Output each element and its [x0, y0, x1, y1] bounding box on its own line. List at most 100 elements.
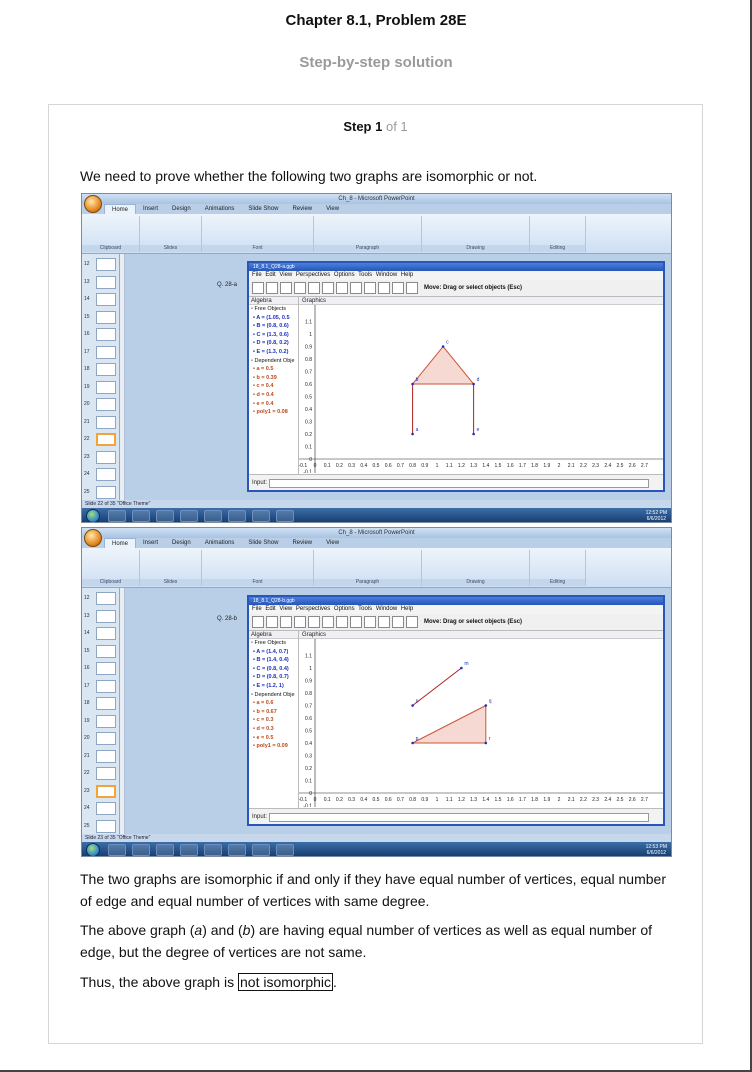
ribbon-tab[interactable]: Design — [165, 204, 198, 214]
dependent-object[interactable]: • b = 0.39 — [249, 374, 298, 383]
tool-button[interactable] — [406, 616, 418, 628]
slide-thumbnail[interactable] — [96, 345, 116, 359]
tool-button[interactable] — [364, 616, 376, 628]
tool-button[interactable] — [266, 616, 278, 628]
tool-button[interactable] — [252, 616, 264, 628]
slide-thumbnail[interactable] — [96, 714, 116, 728]
ribbon-tab[interactable]: Home — [104, 538, 137, 548]
dependent-object[interactable]: • poly1 = 0.09 — [249, 742, 298, 751]
tool-button[interactable] — [350, 282, 362, 294]
taskbar-app-icon[interactable] — [180, 510, 198, 522]
ribbon-tab[interactable]: Home — [104, 204, 137, 214]
ribbon-tab[interactable]: Slide Show — [241, 204, 285, 214]
tool-button[interactable] — [294, 616, 306, 628]
slide-thumbnail[interactable] — [96, 468, 116, 481]
tool-button[interactable] — [266, 282, 278, 294]
ribbon-tab[interactable]: Slide Show — [241, 538, 285, 548]
free-object[interactable]: • B = (1.4, 0.4) — [249, 656, 298, 665]
slides-scrollbar[interactable] — [120, 254, 125, 502]
taskbar-app-icon[interactable] — [276, 844, 294, 856]
slide-thumbnail[interactable] — [96, 609, 116, 623]
input-field[interactable] — [269, 479, 649, 488]
tool-button[interactable] — [364, 282, 376, 294]
tool-button[interactable] — [336, 616, 348, 628]
ribbon-tab[interactable]: Insert — [136, 538, 165, 548]
slide-thumbnail[interactable] — [96, 328, 116, 341]
free-object[interactable]: • E = (1.2, 1) — [249, 682, 298, 691]
slide-thumbnail[interactable] — [96, 485, 116, 499]
tool-button[interactable] — [350, 616, 362, 628]
tool-button[interactable] — [280, 616, 292, 628]
slide-thumbnail[interactable] — [96, 380, 116, 394]
taskbar-app-icon[interactable] — [252, 844, 270, 856]
start-button-icon[interactable] — [86, 843, 100, 856]
taskbar-app-icon[interactable] — [180, 844, 198, 856]
taskbar-app-icon[interactable] — [156, 844, 174, 856]
slide-thumbnail[interactable] — [96, 679, 116, 693]
dependent-object[interactable]: • b = 0.67 — [249, 708, 298, 717]
taskbar-app-icon[interactable] — [156, 510, 174, 522]
free-object[interactable]: • A = (1.4, 0.7) — [249, 648, 298, 657]
dependent-object[interactable]: • d = 0.4 — [249, 391, 298, 400]
dependent-object[interactable]: • poly1 = 0.08 — [249, 408, 298, 417]
graph-canvas[interactable]: -0.1 0 0.1 0.2 0.3 0.4 0.5 0.6 0.7 0.8 0.9 1 1.1 1.2 1… — [299, 639, 663, 807]
tool-button[interactable] — [406, 282, 418, 294]
slide-thumbnail[interactable] — [96, 450, 116, 464]
tool-button[interactable] — [336, 282, 348, 294]
office-button-icon[interactable] — [84, 529, 102, 547]
taskbar-app-icon[interactable] — [252, 510, 270, 522]
free-object[interactable]: • C = (1.3, 0.6) — [249, 331, 298, 340]
dependent-object[interactable]: • a = 0.6 — [249, 699, 298, 708]
slide-thumbnail[interactable] — [96, 644, 116, 658]
tool-button[interactable] — [322, 616, 334, 628]
graph-canvas[interactable]: -0.1 0 0.1 0.2 0.3 0.4 0.5 0.6 0.7 0.8 0.9 1 1.1 1.2 1… — [299, 305, 663, 473]
slide-thumbnail[interactable] — [96, 275, 116, 289]
taskbar-app-icon[interactable] — [204, 510, 222, 522]
ribbon-tab[interactable]: Design — [165, 538, 198, 548]
slide-thumbnail[interactable] — [96, 310, 116, 324]
dependent-object[interactable]: • a = 0.5 — [249, 365, 298, 374]
slide-thumbnail[interactable] — [96, 819, 116, 833]
slide-thumbnail[interactable] — [96, 802, 116, 815]
slide-thumbnail[interactable] — [96, 749, 116, 763]
ribbon-tab[interactable]: Review — [285, 538, 319, 548]
tool-button[interactable] — [280, 282, 292, 294]
taskbar-app-icon[interactable] — [276, 510, 294, 522]
taskbar-app-icon[interactable] — [108, 844, 126, 856]
free-object[interactable]: • E = (1.3, 0.2) — [249, 348, 298, 357]
ribbon-tab[interactable]: View — [319, 204, 346, 214]
tool-button[interactable] — [294, 282, 306, 294]
taskbar-app-icon[interactable] — [228, 510, 246, 522]
ribbon-tab[interactable]: Review — [285, 204, 319, 214]
office-button-icon[interactable] — [84, 195, 102, 213]
tool-button[interactable] — [252, 282, 264, 294]
dependent-object[interactable]: • e = 0.4 — [249, 400, 298, 409]
dependent-object[interactable]: • c = 0.3 — [249, 716, 298, 725]
free-object[interactable]: • D = (0.8, 0.7) — [249, 673, 298, 682]
taskbar-app-icon[interactable] — [204, 844, 222, 856]
tool-button[interactable] — [308, 616, 320, 628]
tool-button[interactable] — [378, 282, 390, 294]
free-object[interactable]: • D = (0.8, 0.2) — [249, 339, 298, 348]
tool-button[interactable] — [378, 616, 390, 628]
tool-button[interactable] — [308, 282, 320, 294]
taskbar-app-icon[interactable] — [132, 844, 150, 856]
slide-thumbnail[interactable] — [96, 592, 116, 605]
taskbar-app-icon[interactable] — [132, 510, 150, 522]
geogebra-menu[interactable]: File Edit View Perspectives Options Tool… — [249, 605, 663, 614]
slide-thumbnail[interactable] — [96, 363, 116, 376]
ribbon-tab[interactable]: Animations — [198, 538, 242, 548]
tool-button[interactable] — [392, 616, 404, 628]
slide-thumbnail[interactable] — [96, 258, 116, 271]
free-object[interactable]: • C = (0.8, 0.4) — [249, 665, 298, 674]
taskbar-app-icon[interactable] — [108, 510, 126, 522]
slide-thumbnail[interactable] — [96, 784, 116, 798]
slides-scrollbar[interactable] — [120, 588, 125, 836]
slide-thumbnail[interactable] — [96, 662, 116, 675]
ribbon-tab[interactable]: Insert — [136, 204, 165, 214]
slide-thumbnail[interactable] — [96, 398, 116, 411]
ribbon-tab[interactable]: Animations — [198, 204, 242, 214]
dependent-object[interactable]: • e = 0.5 — [249, 734, 298, 743]
slide-thumbnail[interactable] — [96, 627, 116, 640]
taskbar-app-icon[interactable] — [228, 844, 246, 856]
